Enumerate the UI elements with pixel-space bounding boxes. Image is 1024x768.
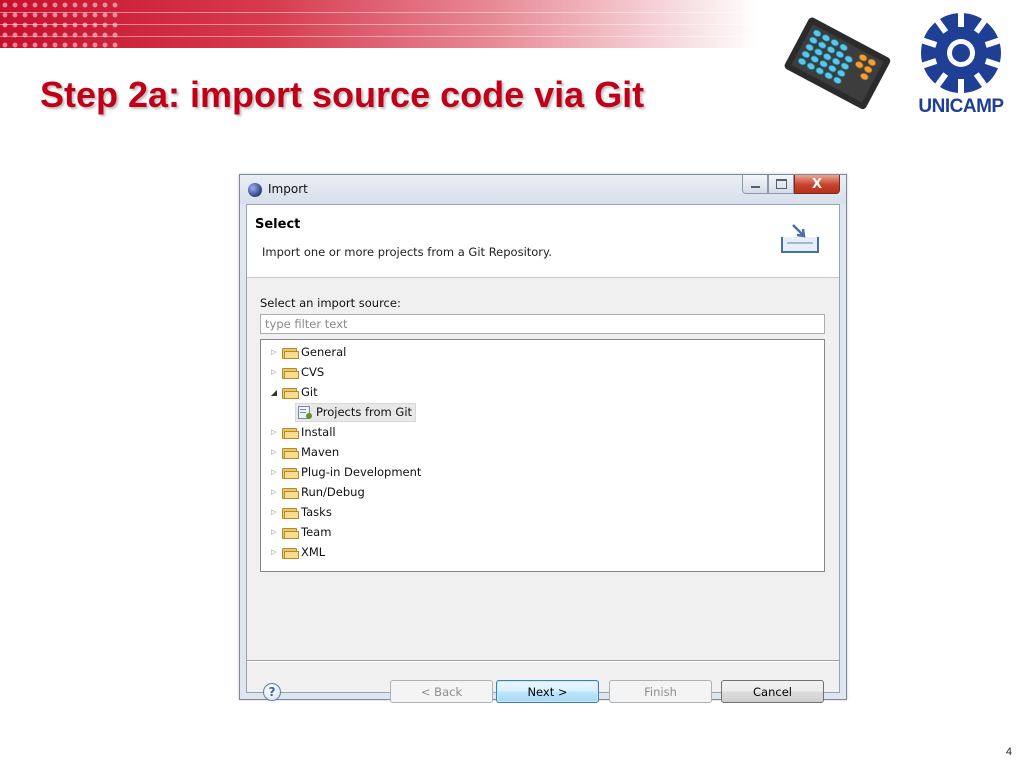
tree-item-label: Maven bbox=[301, 445, 340, 459]
minimize-button[interactable] bbox=[742, 175, 768, 194]
import-dialog: Import X Select Import one or more proje… bbox=[239, 174, 847, 703]
finish-button[interactable]: Finish bbox=[609, 680, 712, 703]
expand-arrow-icon[interactable]: ▷ bbox=[269, 348, 279, 356]
tree-item-projects-from-git[interactable]: Projects from Git bbox=[295, 402, 417, 422]
expand-arrow-icon[interactable]: ▷ bbox=[269, 488, 279, 496]
expand-arrow-icon[interactable]: ▷ bbox=[269, 368, 279, 376]
next-button[interactable]: Next > bbox=[496, 680, 599, 703]
tree-item-label: XML bbox=[301, 545, 326, 559]
collapse-arrow-icon[interactable]: ◢ bbox=[269, 388, 279, 397]
tree-item-install[interactable]: ▷ Install bbox=[261, 423, 336, 441]
window-controls: X bbox=[742, 175, 840, 195]
folder-icon bbox=[282, 467, 299, 479]
tree-item-plugin-development[interactable]: ▷ Plug-in Development bbox=[261, 463, 421, 481]
tree-item-label: Plug-in Development bbox=[301, 465, 422, 479]
folder-icon bbox=[282, 347, 299, 359]
help-icon[interactable]: ? bbox=[263, 683, 281, 701]
tree-item-label: Run/Debug bbox=[301, 485, 365, 499]
tree-item-label: Team bbox=[301, 525, 332, 539]
slide-title: Step 2a: import source code via Git bbox=[40, 74, 645, 115]
tree-item-label: General bbox=[301, 345, 347, 359]
button-bar-separator bbox=[247, 660, 839, 662]
close-icon: X bbox=[811, 176, 823, 192]
banner-description: Import one or more projects from a Git R… bbox=[262, 245, 552, 259]
cancel-button[interactable]: Cancel bbox=[721, 680, 824, 703]
tree-item-tasks[interactable]: ▷ Tasks bbox=[261, 503, 332, 521]
tree-item-maven[interactable]: ▷ Maven bbox=[261, 443, 339, 461]
git-projects-icon bbox=[298, 406, 312, 419]
expand-arrow-icon[interactable]: ▷ bbox=[269, 548, 279, 556]
import-wizard-icon bbox=[781, 224, 819, 253]
page-number: 4 bbox=[1005, 746, 1012, 758]
folder-icon bbox=[282, 367, 299, 379]
tree-item-general[interactable]: ▷ General bbox=[261, 343, 346, 361]
folder-open-icon bbox=[282, 387, 299, 399]
wizard-banner: Select Import one or more projects from … bbox=[247, 205, 839, 278]
unicamp-logo: UNICAMP bbox=[906, 8, 1016, 120]
abacus-logo bbox=[784, 17, 891, 110]
tree-item-git[interactable]: ◢ Git bbox=[261, 383, 318, 401]
filter-input[interactable] bbox=[260, 314, 825, 334]
tree-item-label: Tasks bbox=[301, 505, 332, 519]
tree-item-label: CVS bbox=[301, 365, 325, 379]
banner-title: Select bbox=[255, 217, 301, 232]
tree-item-run-debug[interactable]: ▷ Run/Debug bbox=[261, 483, 365, 501]
eclipse-icon bbox=[248, 183, 262, 197]
dialog-titlebar[interactable]: Import X bbox=[240, 175, 846, 204]
header-stripe bbox=[0, 36, 760, 37]
expand-arrow-icon[interactable]: ▷ bbox=[269, 508, 279, 516]
minimize-icon bbox=[750, 186, 760, 188]
expand-arrow-icon[interactable]: ▷ bbox=[269, 468, 279, 476]
folder-icon bbox=[282, 487, 299, 499]
unicamp-logo-text: UNICAMP bbox=[918, 96, 1004, 117]
import-source-label-text: Select an import source: bbox=[260, 296, 401, 310]
header-stripe bbox=[0, 24, 760, 25]
dialog-title: Import bbox=[268, 182, 308, 196]
tree-item-label: Projects from Git bbox=[316, 405, 413, 419]
expand-arrow-icon[interactable]: ▷ bbox=[269, 448, 279, 456]
expand-arrow-icon[interactable]: ▷ bbox=[269, 528, 279, 536]
tree-item-cvs[interactable]: ▷ CVS bbox=[261, 363, 324, 381]
slide-header-band bbox=[0, 0, 760, 48]
expand-arrow-icon[interactable]: ▷ bbox=[269, 428, 279, 436]
import-source-label: Select an import source: bbox=[260, 296, 401, 310]
tree-item-label: Install bbox=[301, 425, 336, 439]
folder-icon bbox=[282, 527, 299, 539]
dialog-client-area: Select Import one or more projects from … bbox=[246, 204, 840, 703]
maximize-button[interactable] bbox=[768, 175, 794, 194]
selected-tree-item[interactable]: Projects from Git bbox=[295, 402, 417, 422]
tree-item-label: Git bbox=[301, 385, 318, 399]
maximize-icon bbox=[775, 179, 787, 189]
tree-item-team[interactable]: ▷ Team bbox=[261, 523, 331, 541]
tree-item-xml[interactable]: ▷ XML bbox=[261, 543, 325, 561]
close-button[interactable]: X bbox=[794, 175, 840, 194]
folder-icon bbox=[282, 427, 299, 439]
unicamp-emblem-icon bbox=[921, 13, 1001, 93]
folder-icon bbox=[282, 447, 299, 459]
folder-icon bbox=[282, 547, 299, 559]
back-button[interactable]: < Back bbox=[390, 680, 493, 703]
import-source-tree[interactable]: ▷ General ▷ CVS ◢ Git Projects from Git … bbox=[260, 339, 825, 572]
header-stripe bbox=[0, 12, 760, 13]
folder-icon bbox=[282, 507, 299, 519]
